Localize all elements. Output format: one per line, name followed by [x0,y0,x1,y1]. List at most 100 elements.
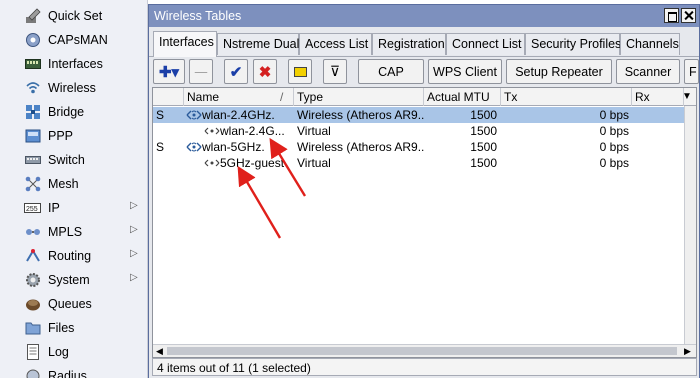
row-type: Virtual [297,124,331,138]
sidebar-item-label: Mesh [48,177,79,191]
radius-icon [24,368,41,378]
minus-icon: — [194,64,208,79]
tab-strip-border [149,56,699,57]
row-type: Wireless (Atheros AR9... [297,140,425,154]
table-row[interactable]: S wlan-5GHz. Wireless (Atheros AR9... 15… [153,139,684,155]
ppp-icon [24,128,41,144]
disable-button[interactable]: ✖ [253,59,277,84]
sidebar-item-capsman[interactable]: CAPsMAN [0,28,147,52]
row-type: Virtual [297,156,331,170]
tab-connect-list[interactable]: Connect List [446,33,525,55]
row-name: 5GHz-guest [220,156,285,170]
column-header-flags[interactable] [153,88,184,106]
sidebar-item-queues[interactable]: Queues [0,292,147,316]
files-icon [24,320,41,336]
plus-icon: ✚▾ [158,63,180,81]
sidebar-item-ip[interactable]: 255 IP ▷ [0,196,147,220]
svg-text:255: 255 [26,206,38,213]
checkmark-icon: ✔ [229,63,243,81]
horizontal-scrollbar[interactable]: ◀ ▶ [153,344,696,357]
row-tx: 0 bps [599,124,629,138]
tab-interfaces[interactable]: Interfaces [153,31,217,57]
mesh-icon [24,176,41,192]
sidebar-item-files[interactable]: Files [0,316,147,340]
remove-button[interactable]: — [189,59,213,84]
queues-icon [24,296,41,312]
table-row[interactable]: S wlan-2.4GHz. Wireless (Atheros AR9... … [153,107,684,123]
scroll-left-arrow-icon[interactable]: ◀ [156,346,163,357]
column-header-rx[interactable]: Rx [632,88,684,106]
sidebar-item-routing[interactable]: Routing ▷ [0,244,147,268]
wireless-tables-window: Wireless Tables Interfaces Nstreme Dual … [148,4,700,378]
row-tx: 0 bps [599,108,629,122]
horizontal-scroll-thumb[interactable] [167,347,677,355]
add-button[interactable]: ✚▾ [153,59,185,84]
vertical-scrollbar[interactable] [684,106,696,344]
column-header-name[interactable]: Name / [184,88,294,106]
scanner-button[interactable]: Scanner [616,59,680,84]
sidebar-item-mpls[interactable]: MPLS ▷ [0,220,147,244]
table-header: Name / Type Actual MTU Tx Rx ▼ [153,88,696,106]
comment-button[interactable] [288,59,312,84]
submenu-arrow-icon: ▷ [130,248,138,259]
sort-indicator-icon: / [280,90,284,104]
window-content: Interfaces Nstreme Dual Access List Regi… [149,27,699,378]
sidebar-item-label: PPP [48,129,74,143]
sidebar-item-label: System [48,273,90,287]
column-menu-chevron-down-icon[interactable]: ▼ [682,91,692,102]
row-flag: S [156,140,165,154]
window-title: Wireless Tables [154,9,242,23]
switch-icon [24,152,41,168]
tab-access-list[interactable]: Access List [299,33,372,55]
interfaces-table: Name / Type Actual MTU Tx Rx ▼ S wlan-2.… [152,87,697,358]
tab-registration[interactable]: Registration [372,33,446,55]
filter-icon: ⊽ [329,63,341,79]
close-window-button[interactable] [681,8,696,23]
sidebar-item-quick-set[interactable]: Quick Set [0,4,147,28]
row-name: wlan-2.4G... [220,124,285,138]
sidebar-item-mesh[interactable]: Mesh [0,172,147,196]
tab-channels[interactable]: Channels [620,33,680,55]
sidebar-item-wireless[interactable]: Wireless [0,76,147,100]
setup-repeater-button[interactable]: Setup Repeater [506,59,612,84]
column-header-type[interactable]: Type [294,88,424,106]
submenu-arrow-icon: ▷ [130,224,138,235]
sidebar-item-system[interactable]: System ▷ [0,268,147,292]
window-title-bar[interactable]: Wireless Tables [149,5,699,27]
sidebar-item-interfaces[interactable]: Interfaces [0,52,147,76]
sidebar-item-label: Routing [48,249,92,263]
sidebar-item-label: Bridge [48,105,85,119]
freq-usage-button[interactable]: F [684,59,699,84]
tab-nstreme-dual[interactable]: Nstreme Dual [217,33,299,55]
mpls-icon [24,224,41,240]
enable-button[interactable]: ✔ [224,59,248,84]
status-text: 4 items out of 11 (1 selected) [157,361,311,375]
comment-icon [293,66,307,77]
restore-window-button[interactable] [664,8,679,23]
column-header-actual-mtu[interactable]: Actual MTU [424,88,501,106]
sidebar-item-switch[interactable]: Switch [0,148,147,172]
sidebar-item-ppp[interactable]: PPP [0,124,147,148]
tab-security-profiles[interactable]: Security Profiles [525,33,621,55]
sidebar-item-radius[interactable]: Radius [0,364,147,378]
row-type: Wireless (Atheros AR9... [297,108,425,122]
sidebar-item-label: MPLS [48,225,83,239]
wps-client-button[interactable]: WPS Client [428,59,502,84]
sidebar-item-bridge[interactable]: Bridge [0,100,147,124]
scroll-right-arrow-icon[interactable]: ▶ [684,346,691,357]
column-header-tx[interactable]: Tx [501,88,632,106]
cap-button[interactable]: CAP [358,59,424,84]
filter-button[interactable]: ⊽ [323,59,347,84]
sidebar-item-label: Quick Set [48,9,103,23]
row-tx: 0 bps [599,140,629,154]
bridge-icon [24,104,41,120]
column-header-label: Name [187,90,220,104]
sidebar-item-label: CAPsMAN [48,33,108,47]
sidebar-item-log[interactable]: Log [0,340,147,364]
wireless-icon [24,80,41,96]
table-row[interactable]: 5GHz-guest Virtual 1500 0 bps [153,155,684,171]
x-mark-icon: ✖ [258,63,272,81]
quick-set-icon [24,8,41,24]
row-name: wlan-2.4GHz. [202,108,275,122]
table-row[interactable]: wlan-2.4G... Virtual 1500 0 bps [153,123,684,139]
